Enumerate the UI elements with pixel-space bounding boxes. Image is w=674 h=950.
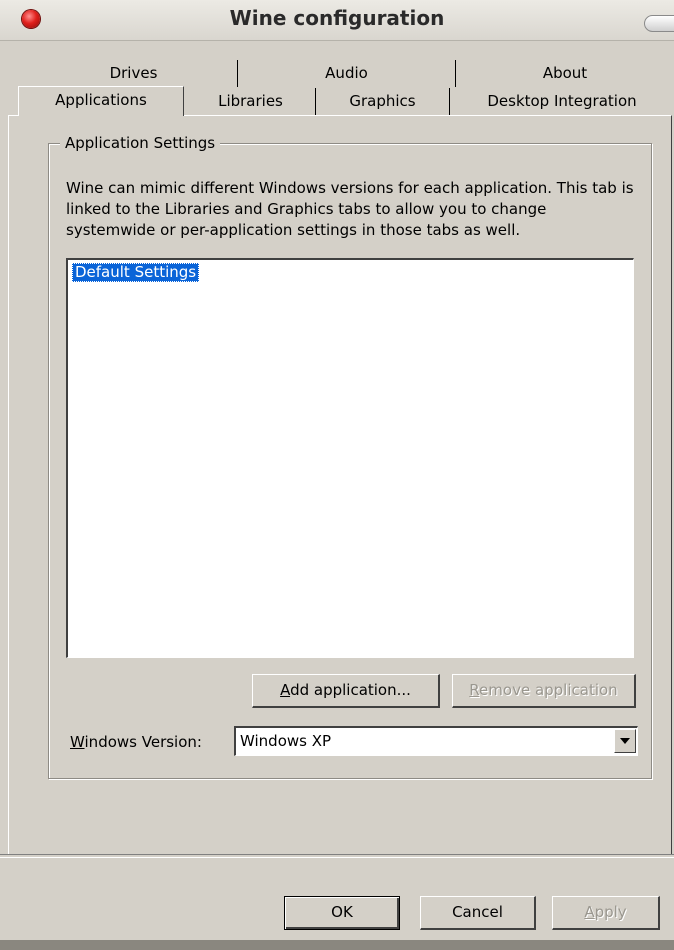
mnemonic: W (70, 733, 85, 751)
tab-graphics[interactable]: Graphics (316, 88, 450, 115)
mnemonic: R (469, 681, 480, 699)
window-bottom-edge (0, 940, 674, 950)
tab-label: Libraries (218, 92, 283, 110)
applications-listbox[interactable]: Default Settings (66, 258, 634, 658)
window-control-pill-icon[interactable] (644, 15, 674, 32)
tab-desktop-integration[interactable]: Desktop Integration (450, 88, 674, 115)
tab-audio[interactable]: Audio (238, 60, 456, 87)
tab-label: About (542, 64, 588, 82)
group-legend: Application Settings (60, 134, 221, 152)
button-label: pply (594, 903, 627, 921)
mnemonic: A (584, 903, 595, 921)
cancel-button[interactable]: Cancel (420, 896, 536, 930)
apply-button[interactable]: Apply (552, 896, 660, 930)
windows-version-label: Windows Version: (70, 733, 202, 751)
description-text: Wine can mimic different Windows version… (66, 179, 634, 239)
remove-application-button[interactable]: Remove application (452, 674, 636, 708)
dropdown-arrow-icon[interactable] (614, 729, 636, 753)
ok-button[interactable]: OK (284, 896, 400, 930)
windows-version-value: Windows XP (240, 732, 332, 750)
tab-about[interactable]: About (456, 60, 674, 87)
button-label: dd application... (290, 681, 411, 699)
tab-label: Desktop Integration (487, 92, 637, 110)
label-text: indows Version: (84, 733, 202, 751)
windows-version-select[interactable]: Windows XP (234, 726, 638, 756)
tab-libraries[interactable]: Libraries (186, 88, 316, 115)
separator (0, 854, 674, 858)
title-bar: Wine configuration (0, 0, 674, 41)
button-label: emove application (479, 681, 618, 699)
add-application-button[interactable]: Add application... (252, 674, 440, 708)
window-title: Wine configuration (229, 6, 445, 30)
mnemonic: A (280, 681, 291, 699)
tab-label: Applications (55, 91, 147, 109)
tab-label: Audio (325, 64, 368, 82)
tab-label: Drives (109, 64, 158, 82)
tab-applications[interactable]: Applications (18, 86, 184, 116)
tab-label: Graphics (349, 92, 416, 110)
tab-drives[interactable]: Drives (30, 60, 238, 87)
list-item-default-settings[interactable]: Default Settings (72, 263, 200, 282)
